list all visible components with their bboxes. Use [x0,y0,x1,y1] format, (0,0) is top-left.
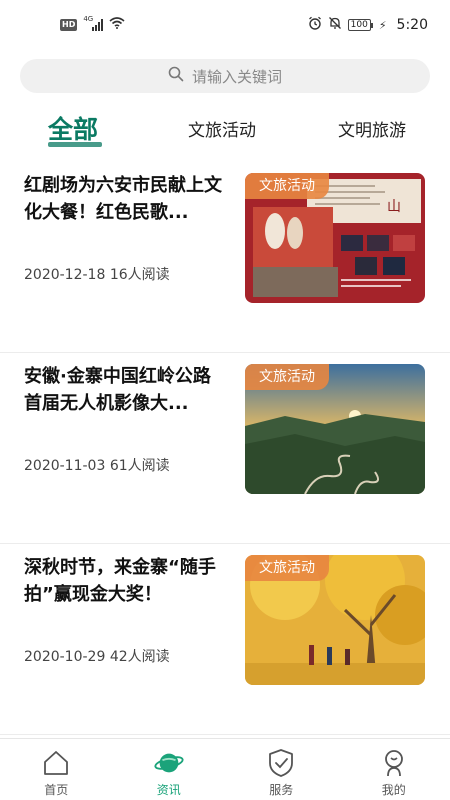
user-icon [379,747,409,779]
mute-bell-icon [328,16,342,34]
clock: 5:20 [396,17,428,33]
shield-check-icon [266,747,296,779]
status-bar: HD 4G 100 ⚡ 5:20 [0,0,450,50]
network-type: 4G [83,15,94,23]
nav-label: 首页 [44,783,69,797]
thumbnail-tag: 文旅活动 [245,555,329,581]
nav-news[interactable]: 资讯 [113,739,226,800]
news-title: 红剧场为六安市民献上文化大餐！红色民歌... [24,175,222,223]
news-title: 安徽·金寨中国红岭公路首届无人机影像大... [24,366,211,414]
tab-culture-tourism-events[interactable]: 文旅活动 [188,108,256,148]
tab-active-indicator [48,142,102,147]
thumbnail-tag: 文旅活动 [245,364,329,390]
nav-label: 资讯 [156,783,181,797]
news-item[interactable]: 安徽·金寨中国红岭公路首届无人机影像大... 2020-11-03 61人阅读 [0,353,450,544]
news-date: 2020-10-29 [24,649,106,665]
news-thumbnail: 文旅活动 [245,364,425,494]
nav-home[interactable]: 首页 [0,739,113,800]
search-input[interactable]: 请输入关键词 [20,59,430,93]
news-thumbnail: 文旅活动 [245,555,425,685]
bottom-nav: 首页 资讯 服务 我的 [0,738,450,800]
news-reads: 42人阅读 [109,649,170,665]
news-meta: 2020-10-29 42人阅读 [24,646,170,666]
planet-icon [154,747,184,779]
news-reads: 61人阅读 [109,458,170,474]
thumbnail-tag: 文旅活动 [245,173,329,199]
alarm-icon [308,16,322,34]
news-meta: 2020-11-03 61人阅读 [24,455,170,475]
battery-icon: 100 [347,19,374,31]
nav-profile[interactable]: 我的 [338,739,450,800]
charging-icon: ⚡ [378,18,387,32]
signal-icon: 4G [83,15,104,31]
news-list: 红剧场为六安市民献上文化大餐！红色民歌... 2020-12-18 16人阅读 … [0,162,450,735]
svg-text:山: 山 [387,199,401,215]
nav-services[interactable]: 服务 [225,739,338,800]
tab-civilized-tourism[interactable]: 文明旅游 [338,108,406,148]
nav-label: 服务 [269,783,294,797]
news-item[interactable]: 红剧场为六安市民献上文化大餐！红色民歌... 2020-12-18 16人阅读 … [0,162,450,353]
wifi-icon [109,17,125,33]
news-meta: 2020-12-18 16人阅读 [24,264,170,284]
battery-level: 100 [350,20,368,30]
home-icon [41,747,71,779]
hd-badge: HD [60,19,78,31]
news-title: 深秋时节，来金寨“随手拍”赢现金大奖！ [24,557,216,605]
news-thumbnail: 山 文旅活动 [245,173,425,303]
category-tabs: 全部 文旅活动 文明旅游 [0,108,450,154]
status-left: HD 4G [60,15,125,33]
news-reads: 16人阅读 [109,267,170,283]
news-item[interactable]: 深秋时节，来金寨“随手拍”赢现金大奖！ 2020-10-29 42人阅读 文旅活… [0,544,450,735]
search-placeholder: 请输入关键词 [191,67,282,86]
news-date: 2020-12-18 [24,267,106,283]
search-icon [168,66,184,86]
news-date: 2020-11-03 [24,458,106,474]
nav-label: 我的 [381,783,406,797]
status-right: 100 ⚡ 5:20 [308,16,428,34]
